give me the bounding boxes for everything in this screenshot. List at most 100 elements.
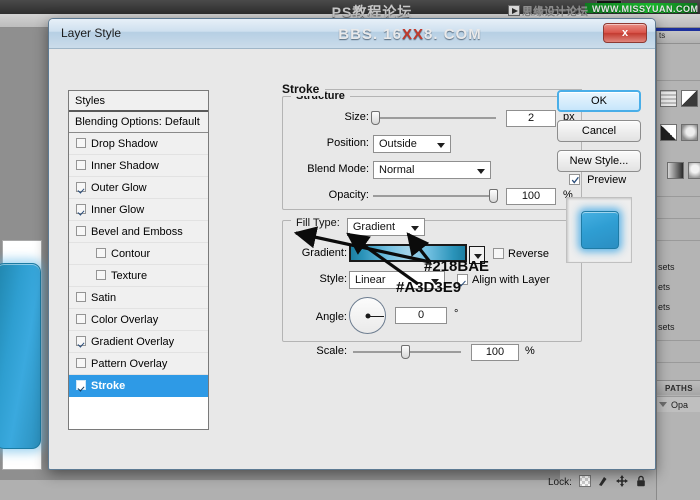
panel-divider	[657, 80, 700, 81]
layer-opacity-field[interactable]: Opa	[657, 396, 700, 412]
align-with-layer-checkbox[interactable]: Align with Layer	[457, 274, 550, 286]
fill-type-dropdown[interactable]: Gradient	[347, 218, 425, 236]
tab-paths[interactable]: PATHS	[657, 380, 700, 395]
annotation-color-edge: #218BAE	[424, 258, 489, 275]
right-panel-dock: ts sets ets ets sets PATHS Opa	[656, 28, 700, 500]
style-item-label: Bevel and Emboss	[91, 226, 183, 238]
opacity-slider-track[interactable]	[373, 195, 496, 197]
style-item-label: Stroke	[91, 380, 125, 392]
checkbox-checked-icon[interactable]	[76, 182, 86, 192]
blend-mode-value: Normal	[379, 164, 414, 176]
style-item-inner-glow[interactable]: Inner Glow	[69, 199, 208, 221]
style-item-texture[interactable]: Texture	[69, 265, 208, 287]
preview-checkbox[interactable]: Preview	[569, 174, 626, 186]
chevron-down-icon	[477, 169, 485, 174]
blend-mode-dropdown[interactable]: Normal	[373, 161, 491, 179]
lock-image-pixels-icon[interactable]	[597, 475, 609, 487]
checkbox-checked-icon	[569, 174, 580, 185]
ok-button[interactable]: OK	[557, 90, 641, 112]
preset-thumbnail-icon[interactable]	[681, 124, 698, 141]
style-item-contour[interactable]: Contour	[69, 243, 208, 265]
preset-list-item[interactable]: sets	[657, 260, 700, 275]
panel-divider	[657, 218, 700, 219]
checkbox-icon[interactable]	[76, 226, 86, 236]
layer-opacity-label: Opa	[671, 400, 688, 410]
preset-thumbnail-icon[interactable]	[681, 90, 698, 107]
style-item-label: Outer Glow	[91, 182, 147, 194]
angle-input[interactable]: 0	[395, 307, 447, 324]
style-item-pattern-overlay[interactable]: Pattern Overlay	[69, 353, 208, 375]
lock-all-icon[interactable]	[635, 475, 647, 487]
checkbox-icon[interactable]	[96, 270, 106, 280]
preset-list-item[interactable]: sets	[657, 320, 700, 335]
reverse-label: Reverse	[508, 248, 549, 260]
size-slider-thumb[interactable]	[371, 111, 380, 125]
opacity-slider-thumb[interactable]	[489, 189, 498, 203]
preset-list-item[interactable]: ets	[657, 280, 700, 295]
style-preview-thumbnail	[566, 197, 632, 263]
style-item-drop-shadow[interactable]: Drop Shadow	[69, 133, 208, 155]
angle-dial[interactable]	[349, 297, 386, 334]
scale-label: Scale:	[316, 345, 347, 357]
preset-list-item[interactable]: ets	[657, 300, 700, 315]
checkbox-icon[interactable]	[76, 160, 86, 170]
style-item-satin[interactable]: Satin	[69, 287, 208, 309]
blending-options-item[interactable]: Blending Options: Default	[69, 112, 208, 133]
preset-thumbnail-icon[interactable]	[688, 162, 700, 179]
lock-transparency-icon[interactable]	[579, 475, 591, 487]
style-item-gradient-overlay[interactable]: Gradient Overlay	[69, 331, 208, 353]
style-value: Linear	[355, 274, 386, 286]
reverse-checkbox[interactable]: Reverse	[493, 248, 549, 260]
style-item-stroke[interactable]: Stroke	[69, 375, 208, 397]
style-item-outer-glow[interactable]: Outer Glow	[69, 177, 208, 199]
style-item-label: Inner Shadow	[91, 160, 159, 172]
gradient-label: Gradient:	[302, 247, 347, 259]
scale-input[interactable]: 100	[471, 344, 519, 361]
style-item-label: Color Overlay	[91, 314, 158, 326]
size-input[interactable]: 2	[506, 110, 556, 127]
canvas-artwork-shape	[0, 263, 41, 449]
watermark-green-bar	[585, 3, 697, 13]
align-label: Align with Layer	[472, 274, 550, 286]
angle-unit: °	[454, 308, 458, 320]
checkbox-icon[interactable]	[96, 248, 106, 258]
style-item-inner-shadow[interactable]: Inner Shadow	[69, 155, 208, 177]
style-item-bevel-and-emboss[interactable]: Bevel and Emboss	[69, 221, 208, 243]
position-value: Outside	[379, 138, 417, 150]
gradient-preset-icon[interactable]	[667, 162, 684, 179]
checkbox-icon[interactable]	[76, 292, 86, 302]
size-slider-track[interactable]	[373, 117, 496, 119]
annotation-color-center: #A3D3E9	[396, 279, 461, 296]
checkbox-icon[interactable]	[76, 358, 86, 368]
preset-thumbnail-icon[interactable]	[660, 124, 677, 141]
cancel-button[interactable]: Cancel	[557, 120, 641, 142]
dialog-title-bar[interactable]: Layer Style x	[49, 19, 655, 49]
checkbox-checked-icon[interactable]	[76, 380, 86, 390]
position-dropdown[interactable]: Outside	[373, 135, 451, 153]
checkbox-icon[interactable]	[76, 138, 86, 148]
style-item-color-overlay[interactable]: Color Overlay	[69, 309, 208, 331]
preset-thumbnail-icon[interactable]	[660, 90, 677, 107]
canvas	[2, 240, 42, 470]
scale-unit: %	[525, 345, 535, 357]
checkbox-checked-icon[interactable]	[76, 336, 86, 346]
panel-divider	[657, 340, 700, 341]
chevron-down-icon	[411, 226, 419, 231]
style-item-label: Contour	[111, 248, 150, 260]
lock-label: Lock:	[548, 477, 572, 488]
fill-type-value: Gradient	[353, 221, 395, 233]
group-label-fill-type: Fill Type: Gradient	[291, 214, 421, 232]
watermark-blue-bar	[656, 28, 700, 31]
opacity-input[interactable]: 100	[506, 188, 556, 205]
size-row: Size: 2 px	[291, 107, 573, 129]
checkbox-icon[interactable]	[76, 314, 86, 324]
new-style-button[interactable]: New Style...	[557, 150, 641, 172]
scale-slider-thumb[interactable]	[401, 345, 410, 359]
styles-list-panel: Styles Blending Options: Default Drop Sh…	[68, 90, 209, 430]
checkbox-checked-icon[interactable]	[76, 204, 86, 214]
styles-header[interactable]: Styles	[69, 91, 208, 112]
lock-position-icon[interactable]	[616, 475, 628, 487]
close-button[interactable]: x	[603, 23, 647, 43]
angle-dial-hub	[365, 313, 370, 318]
position-row: Position: Outside	[291, 133, 573, 155]
